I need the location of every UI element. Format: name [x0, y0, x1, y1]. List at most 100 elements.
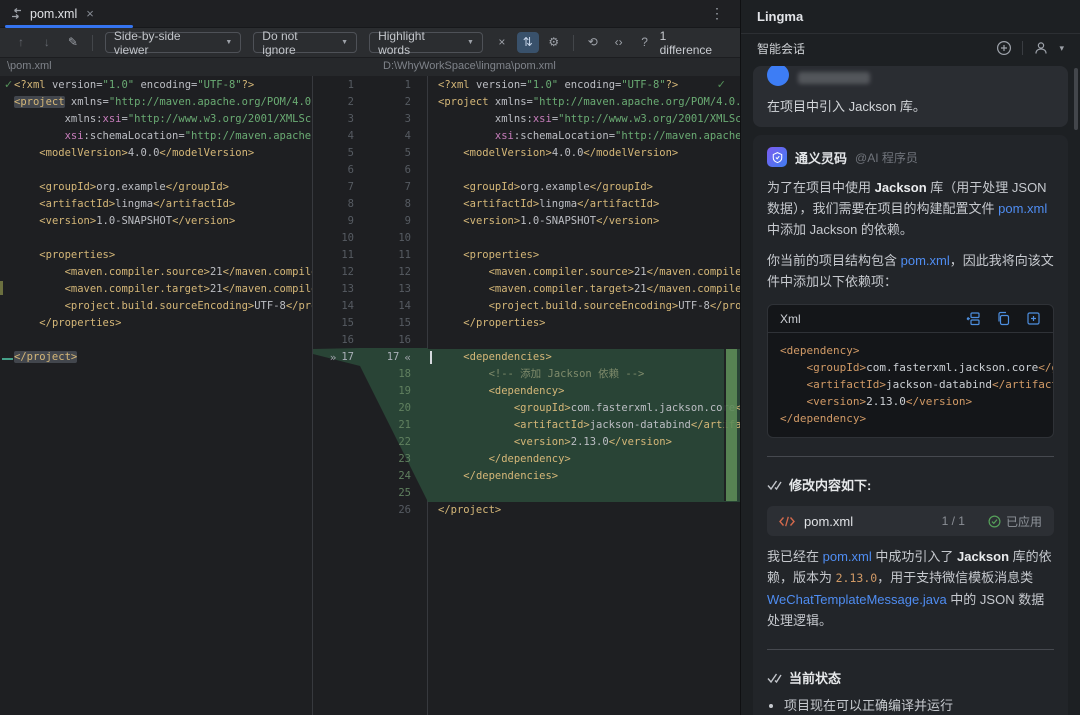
code-line-right[interactable]: <modelVersion>4.0.0</modelVersion>: [428, 145, 740, 162]
code-line-right[interactable]: <properties>: [428, 247, 740, 264]
diff-center-gutter: 12345678910111213141516»17 1234567891011…: [313, 76, 428, 715]
swap-sides-button[interactable]: ⟲: [582, 32, 604, 53]
code-line-left[interactable]: [0, 332, 312, 349]
diff-pane-left[interactable]: <?xml version="1.0" encoding="UTF-8"?><p…: [0, 76, 313, 715]
chat-area[interactable]: 在项目中引入 Jackson 库。 通义灵码 @AI 程序员 为了在项目中使用 …: [741, 62, 1080, 715]
code-line-right[interactable]: xsi:schemaLocation="http://maven.apache.…: [428, 128, 740, 145]
code-line-left[interactable]: [0, 468, 312, 485]
code-line-left[interactable]: <modelVersion>4.0.0</modelVersion>: [0, 145, 312, 162]
jump-to-source-button[interactable]: ‹›: [608, 32, 630, 53]
code-line-left[interactable]: [0, 502, 312, 519]
section-divider: [767, 456, 1054, 457]
double-check-icon: [767, 479, 782, 491]
code-line-right[interactable]: <groupId>com.fasterxml.jackson.core</gro…: [428, 400, 740, 417]
scrollbar-added-marker[interactable]: [724, 349, 737, 501]
synchronize-scrolling-button[interactable]: ⇅: [517, 32, 539, 53]
code-line-left[interactable]: <maven.compiler.source>21</maven.compile…: [0, 264, 312, 281]
chevron-down-icon: ▼: [341, 39, 348, 46]
edit-source-button[interactable]: ✎: [62, 32, 84, 53]
diff-panes: <?xml version="1.0" encoding="UTF-8"?><p…: [0, 76, 740, 715]
code-line-right[interactable]: [428, 162, 740, 179]
code-line-left[interactable]: <properties>: [0, 247, 312, 264]
lingma-tab-bar: 智能会话 ▾: [741, 34, 1080, 62]
code-line-left[interactable]: [0, 417, 312, 434]
new-session-icon[interactable]: [996, 40, 1012, 56]
code-line-right[interactable]: <groupId>org.example</groupId>: [428, 179, 740, 196]
code-line-right[interactable]: [428, 485, 740, 502]
tab-pom-xml[interactable]: pom.xml ×: [0, 0, 106, 27]
diff-pane-right[interactable]: <?xml version="1.0" encoding="UTF-8"?><p…: [428, 76, 740, 715]
code-line-left[interactable]: [0, 400, 312, 417]
code-line-left[interactable]: [0, 366, 312, 383]
changes-section-title: 修改内容如下:: [767, 475, 1054, 494]
next-difference-button[interactable]: ↓: [36, 32, 58, 53]
code-line-left[interactable]: [0, 383, 312, 400]
code-line-left[interactable]: [0, 485, 312, 502]
code-line-right[interactable]: xmlns:xsi="http://www.w3.org/2001/XMLSch…: [428, 111, 740, 128]
tab-close-icon[interactable]: ×: [86, 6, 94, 21]
code-line-right[interactable]: <project xmlns="http://maven.apache.org/…: [428, 94, 740, 111]
code-line-right[interactable]: <!-- 添加 Jackson 依赖 -->: [428, 366, 740, 383]
code-line-right[interactable]: <artifactId>lingma</artifactId>: [428, 196, 740, 213]
code-line-right[interactable]: <version>2.13.0</version>: [428, 434, 740, 451]
inline-link[interactable]: WeChatTemplateMessage.java: [767, 592, 947, 607]
ai-paragraph: 你当前的项目结构包含 pom.xml，因此我将向该文件中添加以下依赖项：: [767, 250, 1054, 292]
highlight-mode-select[interactable]: Highlight words ▼: [369, 32, 483, 53]
code-line-left[interactable]: xmlns:xsi="http://www.w3.org/2001/XMLSch…: [0, 111, 312, 128]
code-line-left[interactable]: <groupId>org.example</groupId>: [0, 179, 312, 196]
editor-more-menu-icon[interactable]: ⋮: [710, 5, 724, 22]
code-line-right[interactable]: </properties>: [428, 315, 740, 332]
code-line-right[interactable]: <?xml version="1.0" encoding="UTF-8"?>: [428, 77, 740, 94]
account-icon[interactable]: [1033, 40, 1049, 56]
fold-marker-icon[interactable]: »: [330, 349, 337, 366]
modified-file-chip[interactable]: pom.xml 1 / 1 已应用: [767, 506, 1054, 536]
line-numbers-right: 1234567891011121314151617«18192021222324…: [361, 77, 428, 715]
code-line-right[interactable]: </dependency>: [428, 451, 740, 468]
chat-code-block: Xml <dependency> <groupId>com.fasterxml.…: [767, 304, 1054, 438]
code-line-left[interactable]: [0, 162, 312, 179]
code-line-left[interactable]: </project>: [0, 349, 312, 366]
fold-marker-icon[interactable]: «: [404, 349, 411, 366]
previous-difference-button[interactable]: ↑: [10, 32, 32, 53]
new-file-icon[interactable]: [1026, 311, 1041, 326]
code-line-left[interactable]: <project xmlns="http://maven.apache.org/…: [0, 94, 312, 111]
code-line-left[interactable]: <?xml version="1.0" encoding="UTF-8"?>: [0, 77, 312, 94]
code-line-right[interactable]: <maven.compiler.source>21</maven.compile…: [428, 264, 740, 281]
code-line-right[interactable]: <project.build.sourceEncoding>UTF-8</pro…: [428, 298, 740, 315]
viewer-mode-select[interactable]: Side-by-side viewer ▼: [105, 32, 241, 53]
inline-link[interactable]: pom.xml: [998, 201, 1047, 216]
code-line-left[interactable]: [0, 230, 312, 247]
code-line-left[interactable]: [0, 451, 312, 468]
code-line-right[interactable]: <dependencies>: [428, 349, 740, 366]
help-button[interactable]: ?: [634, 32, 656, 53]
inline-link[interactable]: pom.xml: [823, 549, 872, 564]
code-line-left[interactable]: <artifactId>lingma</artifactId>: [0, 196, 312, 213]
status-section-title: 当前状态: [767, 668, 1054, 687]
tab-active-underline: [5, 25, 133, 28]
code-line-right[interactable]: [428, 230, 740, 247]
insert-at-cursor-icon[interactable]: [966, 311, 981, 326]
diff-settings-button[interactable]: ⚙: [543, 32, 565, 53]
code-line-right[interactable]: <dependency>: [428, 383, 740, 400]
whitespace-ignore-select[interactable]: Do not ignore ▼: [253, 32, 357, 53]
code-line-left[interactable]: xsi:schemaLocation="http://maven.apache.…: [0, 128, 312, 145]
code-line-right[interactable]: <maven.compiler.target>21</maven.compile…: [428, 281, 740, 298]
collapse-unchanged-button[interactable]: ×: [491, 32, 513, 53]
code-line-left[interactable]: <maven.compiler.target>21</maven.compile…: [0, 281, 312, 298]
code-line-right[interactable]: <artifactId>jackson-databind</artifactId…: [428, 417, 740, 434]
ai-message-card: 通义灵码 @AI 程序员 为了在项目中使用 Jackson 库（用于处理 JSO…: [753, 135, 1068, 715]
code-line-right[interactable]: [428, 332, 740, 349]
chat-scrollbar[interactable]: [1074, 68, 1078, 130]
code-line-right[interactable]: <version>1.0-SNAPSHOT</version>: [428, 213, 740, 230]
code-line-left[interactable]: </properties>: [0, 315, 312, 332]
copy-code-icon[interactable]: [996, 311, 1011, 326]
code-line-left[interactable]: <version>1.0-SNAPSHOT</version>: [0, 213, 312, 230]
code-line-right[interactable]: </dependencies>: [428, 468, 740, 485]
tab-smart-session[interactable]: 智能会话: [757, 40, 805, 57]
code-line-left[interactable]: [0, 434, 312, 451]
code-line-right[interactable]: </project>: [428, 502, 740, 519]
account-chevron-icon[interactable]: ▾: [1059, 43, 1064, 54]
inline-link[interactable]: pom.xml: [901, 253, 950, 268]
code-line-left[interactable]: <project.build.sourceEncoding>UTF-8</pro…: [0, 298, 312, 315]
applied-status-badge: 已应用: [988, 513, 1042, 530]
